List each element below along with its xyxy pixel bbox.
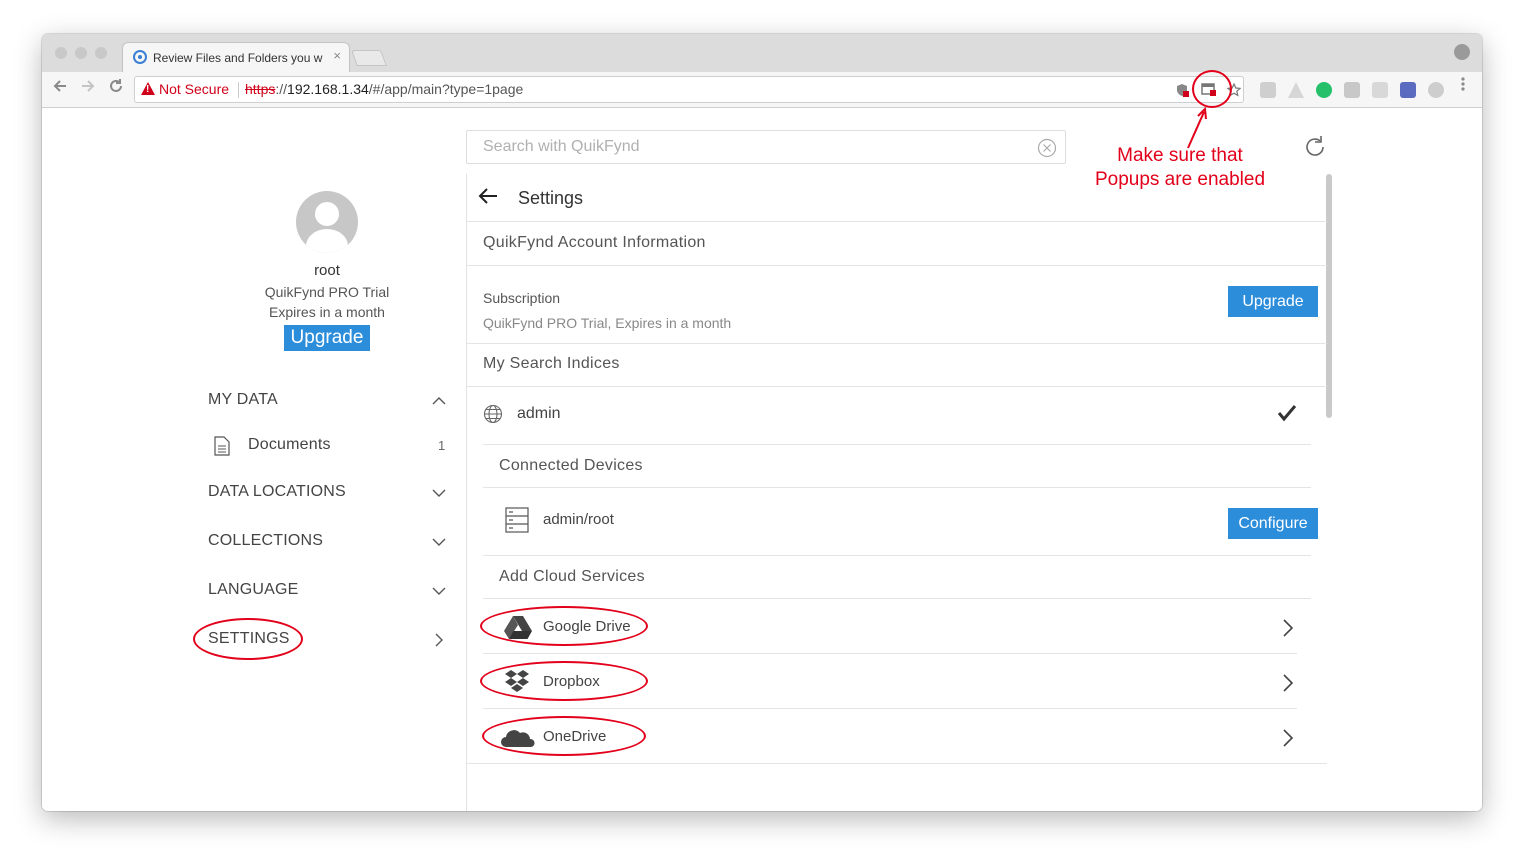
- chevron-right-icon[interactable]: [1282, 674, 1294, 692]
- index-name[interactable]: admin: [517, 405, 561, 423]
- subscription-value: QuikFynd PRO Trial, Expires in a month: [483, 315, 732, 331]
- sidebar-item-collections[interactable]: COLLECTIONS: [208, 532, 323, 550]
- minimize-window-button[interactable]: [75, 47, 87, 59]
- refresh-icon[interactable]: [1302, 134, 1328, 160]
- chevron-up-icon[interactable]: [432, 394, 446, 408]
- browser-tab[interactable]: Review Files and Folders you w ×: [122, 42, 350, 72]
- avatar: [296, 191, 358, 253]
- page-title: Settings: [518, 188, 584, 208]
- globe-icon: [483, 404, 503, 424]
- annotation-text-line1: Make sure that: [1117, 145, 1243, 166]
- expiry-label: Expires in a month: [269, 304, 385, 320]
- divider: [483, 598, 1311, 599]
- divider: [483, 555, 1311, 556]
- z-extension-icon[interactable]: [1400, 82, 1416, 98]
- annotation-arrow-icon: [1187, 106, 1207, 149]
- reload-icon[interactable]: [108, 78, 124, 99]
- settings-upgrade-button[interactable]: Upgrade: [1228, 286, 1318, 317]
- section-header-account: QuikFynd Account Information: [483, 234, 706, 251]
- divider: [483, 708, 1297, 709]
- divider: [467, 265, 1327, 266]
- clear-search-icon[interactable]: [1037, 138, 1057, 158]
- chevron-right-icon[interactable]: [1282, 619, 1294, 637]
- cast-icon[interactable]: [1372, 82, 1388, 98]
- chevron-right-icon[interactable]: [1282, 729, 1294, 747]
- new-tab-button[interactable]: [351, 50, 387, 66]
- server-icon: [505, 507, 529, 533]
- tab-title: Review Files and Folders you w: [153, 51, 323, 65]
- chevron-right-icon[interactable]: [432, 633, 446, 647]
- url-text: https://192.168.1.34/#/app/main?type=1pa…: [245, 81, 524, 97]
- user-name: root: [314, 262, 340, 279]
- close-window-button[interactable]: [55, 47, 67, 59]
- security-label: Not Secure: [159, 81, 230, 97]
- search-input[interactable]: [483, 137, 1023, 157]
- g-extension-icon[interactable]: [1344, 82, 1360, 98]
- back-icon[interactable]: [52, 78, 68, 99]
- annotation-text-line2: Popups are enabled: [1094, 169, 1266, 190]
- sidebar-item-data-locations[interactable]: DATA LOCATIONS: [208, 483, 346, 501]
- annotation-circle-google-drive: [480, 606, 648, 646]
- forward-icon[interactable]: [80, 78, 96, 99]
- grammarly-extension-icon[interactable]: [1316, 82, 1332, 98]
- address-bar[interactable]: ! Not Secure https://192.168.1.34/#/app/…: [134, 76, 1244, 103]
- sidebar-item-documents[interactable]: Documents: [248, 436, 331, 454]
- profile-icon[interactable]: [1454, 44, 1470, 60]
- section-header-cloud: Add Cloud Services: [499, 568, 645, 585]
- tab-strip: Review Files and Folders you w ×: [42, 34, 1482, 72]
- documents-count: 1: [438, 438, 446, 453]
- back-arrow-icon[interactable]: [478, 187, 498, 205]
- annotation-circle-settings: [193, 618, 303, 660]
- shield-blocked-icon[interactable]: [1175, 83, 1189, 97]
- annotation-circle-dropbox: [480, 661, 648, 701]
- plan-label: QuikFynd PRO Trial: [264, 284, 390, 300]
- browser-window: Review Files and Folders you w × ! Not S…: [42, 34, 1482, 811]
- divider: [483, 444, 1311, 445]
- device-name: admin/root: [543, 511, 614, 528]
- subscription-label: Subscription: [483, 290, 561, 306]
- sidebar-item-my-data[interactable]: MY DATA: [208, 391, 278, 409]
- page-content: root QuikFynd PRO Trial Expires in a mon…: [42, 108, 1482, 811]
- configure-button[interactable]: Configure: [1228, 508, 1318, 539]
- divider: [467, 386, 1327, 387]
- quikfynd-favicon-icon: [133, 50, 147, 64]
- address-separator: [238, 82, 239, 98]
- warning-icon: !: [141, 82, 155, 95]
- chevron-down-icon[interactable]: [432, 535, 446, 549]
- section-header-indices: My Search Indices: [483, 355, 620, 372]
- browser-toolbar: ! Not Secure https://192.168.1.34/#/app/…: [42, 72, 1482, 108]
- divider: [483, 653, 1297, 654]
- extension-icon-1[interactable]: [1260, 82, 1276, 98]
- annotation-circle-onedrive: [482, 716, 646, 756]
- annotation-circle-popup-icon: [1192, 70, 1232, 108]
- settings-panel: [466, 174, 1326, 811]
- settings-extension-icon[interactable]: [1428, 82, 1444, 98]
- menu-dots-icon[interactable]: [1460, 76, 1466, 97]
- tab-close-icon[interactable]: ×: [333, 48, 341, 63]
- search-bar: [466, 130, 1066, 164]
- checkmark-icon: [1277, 405, 1297, 422]
- sidebar-item-language[interactable]: LANGUAGE: [208, 581, 299, 599]
- drive-extension-icon[interactable]: [1288, 82, 1304, 98]
- document-icon: [214, 436, 230, 456]
- section-header-devices: Connected Devices: [499, 457, 643, 474]
- divider: [467, 763, 1327, 764]
- sidebar-upgrade-button[interactable]: Upgrade: [284, 325, 370, 351]
- panel-scrollbar[interactable]: [1326, 174, 1332, 418]
- divider: [467, 221, 1327, 222]
- chevron-down-icon[interactable]: [432, 486, 446, 500]
- divider: [483, 487, 1311, 488]
- chevron-down-icon[interactable]: [432, 584, 446, 598]
- divider: [467, 343, 1327, 344]
- maximize-window-button[interactable]: [95, 47, 107, 59]
